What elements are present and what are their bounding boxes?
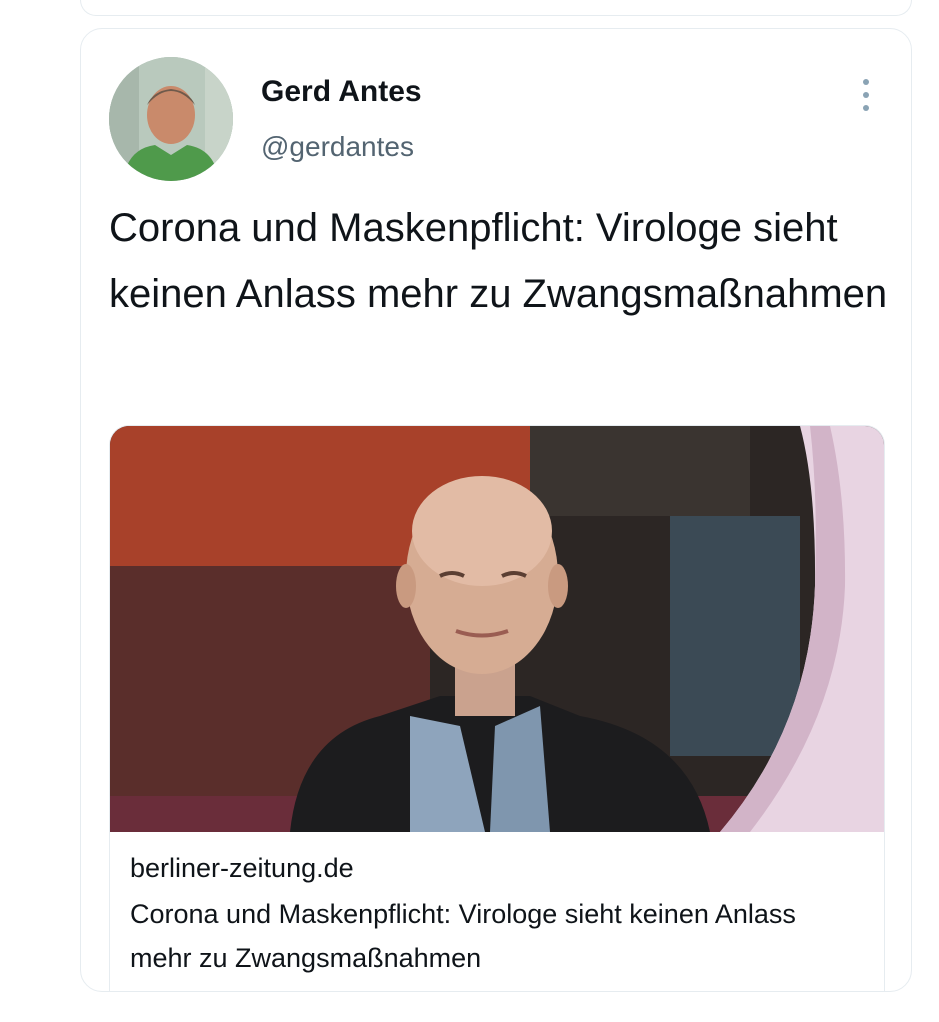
more-vertical-icon-dot [863, 92, 869, 98]
tweet-card[interactable]: Gerd Antes @gerdantes Corona und Maskenp… [80, 28, 912, 992]
link-preview-image [110, 426, 884, 832]
tweet-text: Corona und Maskenpflicht: Virologe sieht… [109, 206, 888, 316]
author-avatar[interactable] [109, 57, 233, 181]
more-options-button[interactable] [851, 77, 881, 113]
author-handle[interactable]: @gerdantes [261, 131, 414, 163]
user-photo-icon [109, 57, 233, 181]
link-domain: berliner-zeitung.de [130, 853, 354, 883]
link-preview-card[interactable]: berliner-zeitung.de Corona und Maskenpfl… [109, 425, 885, 991]
author-display-name[interactable]: Gerd Antes [261, 75, 422, 109]
link-title: Corona und Maskenpflicht: Virologe sieht… [130, 899, 796, 973]
previous-tweet-card-edge [80, 0, 912, 16]
link-preview-meta: berliner-zeitung.de Corona und Maskenpfl… [130, 850, 870, 980]
more-vertical-icon [863, 79, 869, 85]
more-vertical-icon-dot [863, 105, 869, 111]
